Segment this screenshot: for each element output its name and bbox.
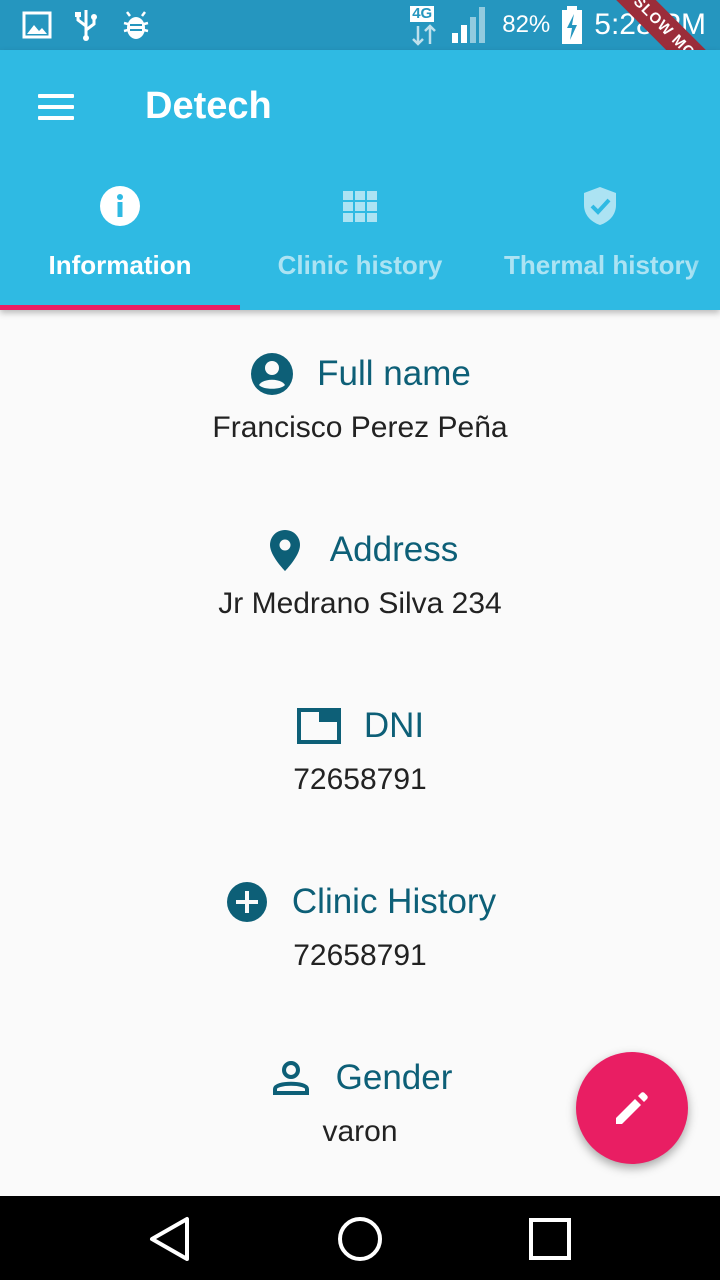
account-circle-icon — [251, 353, 294, 395]
system-nav-bar — [0, 1196, 720, 1280]
back-icon[interactable] — [145, 1214, 195, 1264]
field-clinic-history: Clinic History 72658791 — [0, 872, 720, 992]
field-header: Full name — [0, 344, 720, 404]
field-address: Address Jr Medrano Silva 234 — [0, 520, 720, 640]
network-type: 4G — [410, 5, 435, 22]
add-circle-icon — [226, 882, 267, 922]
field-header: DNI — [0, 696, 720, 756]
field-label: Clinic History — [291, 882, 497, 921]
shield-check-icon — [584, 187, 616, 225]
image-notification-icon — [22, 11, 52, 39]
field-value: Francisco Perez Peña — [212, 411, 508, 444]
field-header: Address — [0, 520, 720, 580]
tab-label: Information — [48, 250, 192, 280]
battery-charging-icon — [562, 6, 583, 44]
field-value: 72658791 — [293, 763, 427, 796]
hamburger-icon — [38, 116, 74, 120]
data-arrows-icon — [412, 24, 437, 46]
tab-bar: Information Clinic history Thermal histo… — [0, 170, 720, 310]
info-icon — [100, 186, 140, 226]
network-indicator: 4G — [410, 4, 440, 46]
field-label: Full name — [317, 354, 471, 393]
id-card-icon — [296, 708, 341, 744]
edit-fab-button[interactable] — [576, 1052, 688, 1164]
field-full-name: Full name Francisco Perez Peña — [0, 344, 720, 464]
field-label: DNI — [363, 706, 425, 745]
status-bar: 4G 82% 5:28 PM SLOW MODE — [0, 0, 720, 50]
edit-pencil-icon — [616, 1092, 648, 1124]
home-icon[interactable] — [335, 1214, 385, 1264]
tab-label: Clinic history — [277, 250, 443, 280]
bug-icon — [123, 11, 149, 39]
field-header: Clinic History — [0, 872, 720, 932]
menu-button[interactable] — [36, 92, 76, 122]
field-dni: DNI 72658791 — [0, 696, 720, 816]
field-label: Gender — [335, 1058, 453, 1097]
app-title: Detech — [145, 85, 272, 127]
signal-icon — [452, 7, 486, 43]
field-label: Address — [329, 530, 459, 569]
usb-icon — [75, 10, 97, 41]
field-value: 72658791 — [293, 939, 427, 972]
tab-fade — [690, 170, 720, 310]
location-pin-icon — [269, 530, 300, 571]
tab-information[interactable]: Information — [0, 170, 240, 310]
person-outline-icon — [272, 1061, 309, 1095]
battery-percent: 82% — [502, 11, 551, 38]
tab-clinic-history[interactable]: Clinic history — [240, 170, 480, 310]
field-value: Jr Medrano Silva 234 — [218, 587, 502, 620]
app-bar: Detech Information Clinic history Therma… — [0, 50, 720, 310]
tab-label: Thermal history — [504, 250, 700, 280]
hamburger-icon — [38, 105, 74, 109]
hamburger-icon — [38, 94, 74, 98]
status-notifications — [22, 8, 152, 42]
grid-icon — [343, 191, 377, 222]
recents-icon[interactable] — [525, 1214, 575, 1264]
tab-thermal-history[interactable]: Thermal history — [480, 170, 720, 310]
